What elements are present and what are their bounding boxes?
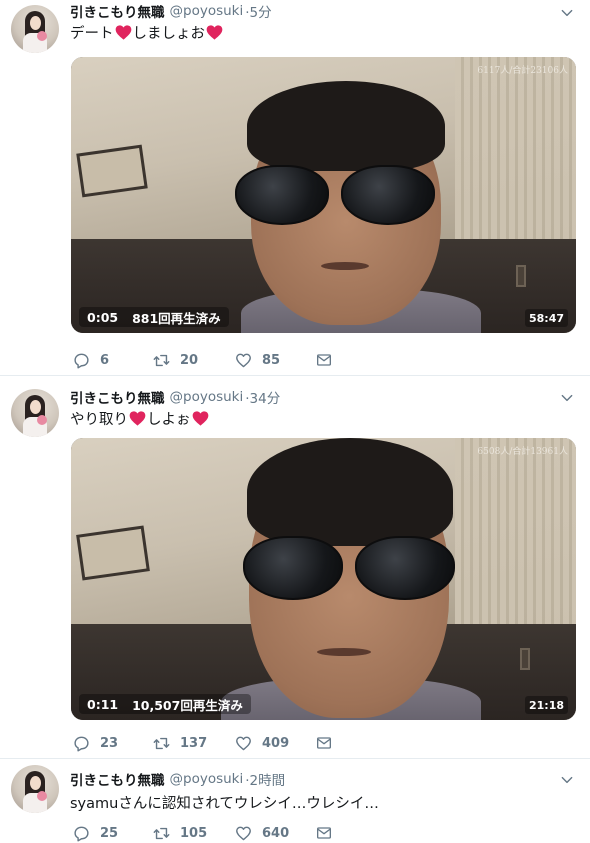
reply-count: 6 bbox=[100, 352, 110, 368]
avatar[interactable] bbox=[11, 5, 59, 53]
avatar[interactable] bbox=[11, 765, 59, 813]
tweet-text: syamuさんに認知されてウレシイ…ウレシイ… bbox=[70, 795, 379, 812]
video-views: 10,507回再生済み bbox=[132, 697, 243, 713]
display-name[interactable]: 引きこもり無職 bbox=[70, 1, 165, 21]
reply-count: 23 bbox=[100, 735, 119, 751]
like-count: 85 bbox=[262, 352, 281, 368]
direct-message-button[interactable] bbox=[316, 825, 396, 841]
reply-button[interactable]: 23 bbox=[73, 735, 153, 752]
retweet-count: 20 bbox=[180, 352, 199, 368]
like-icon bbox=[235, 352, 252, 369]
stream-viewer-count: 6508人/合計13961人 bbox=[477, 447, 568, 457]
stream-viewer-count: 6117人/合計23106人 bbox=[477, 66, 568, 76]
video-player[interactable]: 6117人/合計23106人 0:05 881回再生済み 58:47 bbox=[71, 57, 576, 333]
like-icon bbox=[235, 735, 252, 752]
like-button[interactable]: 409 bbox=[235, 735, 316, 752]
user-handle[interactable]: @poyosuki bbox=[170, 389, 244, 405]
tweet-header: 引きこもり無職 @poyosuki ·34分 bbox=[70, 387, 280, 407]
tweet-text-part: しよぉ bbox=[147, 411, 191, 428]
retweet-icon bbox=[153, 735, 170, 752]
timestamp[interactable]: ·34分 bbox=[245, 387, 280, 407]
retweet-count: 137 bbox=[180, 735, 208, 751]
direct-message-button[interactable] bbox=[316, 735, 396, 751]
like-count: 409 bbox=[262, 735, 290, 751]
video-elapsed: 0:11 bbox=[87, 696, 119, 712]
avatar[interactable] bbox=[11, 389, 59, 437]
like-button[interactable]: 85 bbox=[235, 352, 316, 369]
user-handle[interactable]: @poyosuki bbox=[170, 3, 244, 19]
tweet[interactable]: 引きこもり無職 @poyosuki ·2時間 syamuさんに認知されてウレシイ… bbox=[0, 760, 590, 843]
chevron-down-icon[interactable] bbox=[560, 6, 574, 20]
tweet-actions: 6 20 85 bbox=[73, 350, 396, 370]
reply-icon bbox=[73, 825, 90, 842]
video-frame bbox=[71, 57, 576, 333]
video-duration: 58:47 bbox=[524, 309, 568, 327]
red-heart-icon bbox=[129, 411, 146, 426]
tweet[interactable]: 引きこもり無職 @poyosuki ·5分 デート しましょお 6117人/合計… bbox=[0, 0, 590, 376]
video-views: 881回再生済み bbox=[132, 310, 221, 326]
reply-icon bbox=[73, 735, 90, 752]
reply-button[interactable]: 6 bbox=[73, 352, 153, 369]
retweet-count: 105 bbox=[180, 825, 208, 841]
retweet-icon bbox=[153, 825, 170, 842]
red-heart-icon bbox=[206, 25, 223, 40]
retweet-button[interactable]: 20 bbox=[153, 352, 235, 369]
tweet-text-part: やり取り bbox=[70, 411, 128, 428]
chevron-down-icon[interactable] bbox=[560, 391, 574, 405]
direct-message-icon bbox=[316, 735, 332, 751]
user-handle[interactable]: @poyosuki bbox=[170, 771, 244, 787]
tweet-actions: 23 137 409 bbox=[73, 733, 396, 753]
timestamp[interactable]: ·2時間 bbox=[245, 769, 285, 789]
tweet-text-part: デート bbox=[70, 25, 114, 42]
direct-message-icon bbox=[316, 352, 332, 368]
video-player[interactable]: 6508人/合計13961人 0:11 10,507回再生済み 21:18 bbox=[71, 438, 576, 720]
reply-icon bbox=[73, 352, 90, 369]
chevron-down-icon[interactable] bbox=[560, 773, 574, 787]
display-name[interactable]: 引きこもり無職 bbox=[70, 387, 165, 407]
tweet-actions: 25 105 640 bbox=[73, 823, 396, 843]
direct-message-icon bbox=[316, 825, 332, 841]
tweet-text: デート しましょお bbox=[70, 22, 224, 42]
retweet-button[interactable]: 137 bbox=[153, 735, 235, 752]
reply-button[interactable]: 25 bbox=[73, 825, 153, 842]
reply-count: 25 bbox=[100, 825, 119, 841]
video-info-badge: 0:05 881回再生済み bbox=[79, 307, 229, 327]
tweet-text: やり取り しよぉ bbox=[70, 408, 210, 428]
tweet-text-part: しましょお bbox=[132, 25, 206, 42]
retweet-icon bbox=[153, 352, 170, 369]
like-icon bbox=[235, 825, 252, 842]
like-count: 640 bbox=[262, 825, 290, 841]
tweet[interactable]: 引きこもり無職 @poyosuki ·34分 やり取り しよぉ 6508人/合計… bbox=[0, 377, 590, 759]
display-name[interactable]: 引きこもり無職 bbox=[70, 769, 165, 789]
retweet-button[interactable]: 105 bbox=[153, 825, 235, 842]
video-duration: 21:18 bbox=[524, 696, 568, 714]
red-heart-icon bbox=[192, 411, 209, 426]
tweet-header: 引きこもり無職 @poyosuki ·2時間 bbox=[70, 769, 285, 789]
tweet-header: 引きこもり無職 @poyosuki ·5分 bbox=[70, 1, 272, 21]
video-frame bbox=[71, 438, 576, 720]
red-heart-icon bbox=[115, 25, 132, 40]
like-button[interactable]: 640 bbox=[235, 825, 316, 842]
timestamp[interactable]: ·5分 bbox=[245, 1, 271, 21]
video-elapsed: 0:05 bbox=[87, 309, 119, 325]
video-info-badge: 0:11 10,507回再生済み bbox=[79, 694, 251, 714]
direct-message-button[interactable] bbox=[316, 352, 396, 368]
